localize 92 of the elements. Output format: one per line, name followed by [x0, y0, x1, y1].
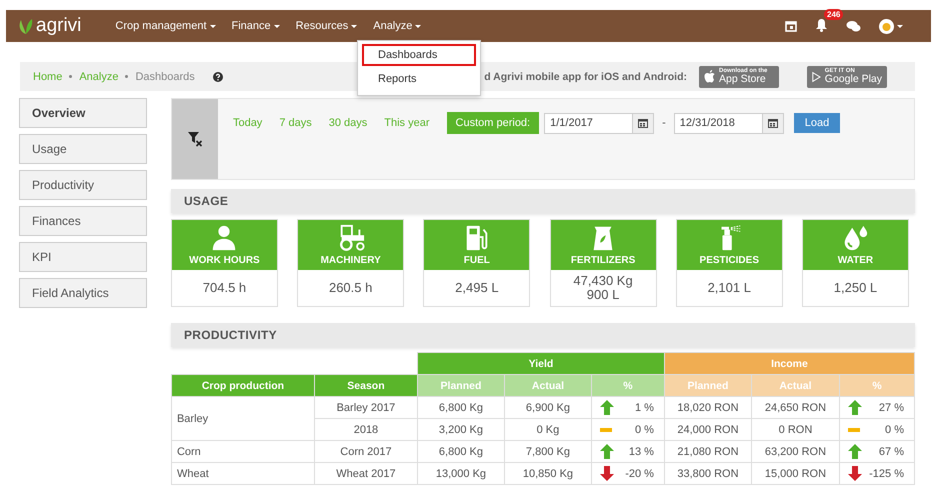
- usage-value: 704.5 h: [202, 281, 246, 295]
- sidebar-item[interactable]: Usage: [19, 134, 147, 164]
- table-cell: Corn: [171, 440, 314, 462]
- menu-item[interactable]: Finance: [224, 10, 288, 42]
- usage-value: 260.5 h: [328, 281, 372, 295]
- usage-label: FERTILIZERS: [570, 255, 636, 266]
- table-cell: Wheat 2017: [314, 462, 418, 484]
- column-header: Planned: [664, 374, 752, 396]
- table-cell: Corn 2017: [314, 440, 418, 462]
- breadcrumb-current: Dashboards: [135, 70, 195, 82]
- clear-filter-icon: [186, 131, 203, 147]
- table-cell: 6,800 Kg: [417, 440, 504, 462]
- table-cell: 18,020 RON: [664, 396, 752, 418]
- usage-value: 2,101 L: [708, 281, 751, 295]
- table-cell: Barley 2017: [314, 396, 418, 418]
- usage-label: WORK HOURS: [189, 255, 260, 266]
- user-menu[interactable]: [879, 18, 903, 34]
- calendar-icon: [638, 118, 648, 128]
- sidebar-item[interactable]: Field Analytics: [19, 278, 147, 308]
- calendar-icon: [768, 118, 778, 128]
- table-cell: Wheat: [171, 462, 314, 484]
- sidebar-item[interactable]: Overview: [19, 98, 147, 128]
- dropdown-item[interactable]: Dashboards: [362, 44, 476, 66]
- apple-icon: [704, 70, 715, 83]
- menu-item[interactable]: Analyze: [365, 10, 430, 42]
- chat-icon: [846, 20, 861, 32]
- calendar-icon: [785, 20, 797, 32]
- separator-dot: [125, 75, 128, 78]
- table-cell: 15,000 RON: [751, 462, 840, 484]
- table-cell: 0 %: [885, 424, 904, 436]
- usage-label: FUEL: [464, 255, 490, 266]
- table-cell: 67 %: [878, 446, 904, 458]
- table-cell: 24,650 RON: [751, 396, 840, 418]
- logo[interactable]: agrivi: [18, 15, 82, 37]
- table-cell: 1 %: [635, 402, 654, 414]
- usage-value: 2,495 L: [455, 281, 499, 295]
- table-cell: 0 %: [635, 424, 654, 436]
- table-cell: 0 RON: [751, 418, 840, 440]
- play-icon: [812, 70, 821, 82]
- sidebar-item[interactable]: KPI: [19, 242, 147, 272]
- load-button[interactable]: Load: [794, 113, 840, 133]
- table-cell: 3,200 Kg: [417, 418, 504, 440]
- column-header: Planned: [417, 374, 504, 396]
- calendar-button[interactable]: [632, 112, 654, 134]
- start-date-field[interactable]: 1/1/2017: [544, 112, 632, 134]
- table-cell: 27 %: [878, 402, 904, 414]
- banner-text: d Agrivi mobile app for iOS and Android:: [484, 70, 687, 82]
- usage-label: WATER: [838, 255, 874, 266]
- help-icon: [212, 72, 223, 82]
- table-cell: 63,200 RON: [751, 440, 840, 462]
- table-cell: 0 Kg: [504, 418, 592, 440]
- table-cell: 2018: [314, 418, 418, 440]
- notification-badge: 246: [824, 8, 844, 20]
- date-separator: -: [662, 117, 666, 129]
- menu-item[interactable]: Resources: [288, 10, 366, 42]
- usage-value: 1,250 L: [834, 281, 878, 295]
- usage-value: 900 L: [586, 288, 620, 302]
- bell-icon: [815, 18, 828, 32]
- usage-label: PESTICIDES: [700, 255, 759, 266]
- end-date-field[interactable]: 12/31/2018: [674, 112, 762, 134]
- column-header: Actual: [504, 374, 592, 396]
- table-cell: 7,800 Kg: [504, 440, 592, 462]
- table-cell: Barley: [171, 396, 314, 440]
- column-header: Crop production: [171, 374, 314, 396]
- table-cell: 24,000 RON: [664, 418, 752, 440]
- table-cell: 6,800 Kg: [417, 396, 504, 418]
- avatar-icon: [879, 18, 894, 34]
- column-header: %: [839, 374, 914, 396]
- table-cell: 10,850 Kg: [504, 462, 592, 484]
- column-header: Season: [314, 374, 418, 396]
- column-group-header: Income: [664, 352, 914, 374]
- table-cell: 21,080 RON: [664, 440, 752, 462]
- usage-value: 47,430 Kg: [573, 274, 633, 288]
- dropdown-item[interactable]: Reports: [362, 68, 476, 90]
- table-cell: 33,800 RON: [664, 462, 752, 484]
- table-cell: -125 %: [869, 468, 904, 480]
- column-header: %: [591, 374, 664, 396]
- calendar-button[interactable]: [762, 112, 784, 134]
- sidebar-item[interactable]: Finances: [19, 206, 147, 236]
- table-cell: 6,900 Kg: [504, 396, 592, 418]
- column-group-header: Yield: [417, 352, 664, 374]
- section-header: USAGE: [170, 189, 915, 213]
- section-header: PRODUCTIVITY: [170, 323, 915, 347]
- leaf-icon: [18, 17, 34, 35]
- table-cell: 13,000 Kg: [417, 462, 504, 484]
- sidebar-item[interactable]: Productivity: [19, 170, 147, 200]
- table-cell: 13 %: [628, 446, 654, 458]
- usage-label: MACHINERY: [320, 255, 381, 266]
- separator-dot: [69, 75, 72, 78]
- table-cell: -20 %: [625, 468, 654, 480]
- menu-item[interactable]: Crop management: [107, 10, 224, 42]
- column-header: Actual: [751, 374, 840, 396]
